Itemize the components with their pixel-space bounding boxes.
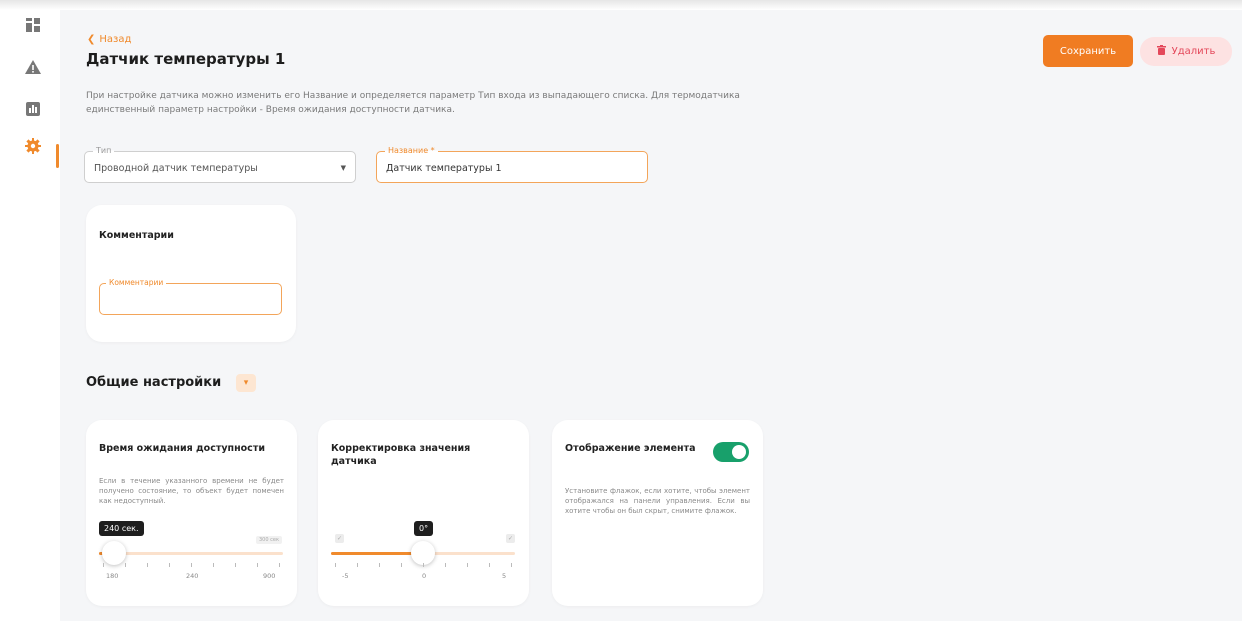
availability-max-label: 900 <box>263 572 276 580</box>
correction-mid-label: 0 <box>422 572 427 580</box>
correction-increase-button[interactable]: ✓ <box>506 534 515 543</box>
name-field[interactable]: Название * Датчик температуры 1 <box>376 146 648 183</box>
comments-input[interactable]: Комментарии <box>99 278 282 315</box>
correction-value-tooltip: 0° <box>414 521 434 536</box>
availability-value-tooltip: 240 сек. <box>99 521 144 536</box>
display-card: Отображение элемента Установите флажок, … <box>552 420 763 606</box>
gear-icon[interactable] <box>24 137 42 155</box>
comments-card: Комментарии Комментарии <box>86 205 296 342</box>
correction-min-label: -5 <box>342 572 349 580</box>
type-select[interactable]: Тип Проводной датчик температуры ▼ <box>84 146 356 183</box>
trash-icon <box>1156 45 1166 58</box>
comments-title: Комментарии <box>99 230 174 241</box>
sidebar-active-indicator <box>56 144 59 168</box>
chevron-left-icon: ❮ <box>87 34 96 45</box>
correction-title: Корректировка значения датчика <box>331 443 471 467</box>
sidebar <box>0 10 60 621</box>
display-text: Установите флажок, если хотите, чтобы эл… <box>565 487 750 515</box>
display-toggle[interactable] <box>713 442 749 462</box>
page-title: Датчик температуры 1 <box>86 50 286 68</box>
availability-card: Время ожидания доступности Если в течени… <box>86 420 297 606</box>
warning-icon[interactable] <box>24 58 42 76</box>
display-toggle-knob <box>732 445 746 459</box>
caret-down-icon: ▼ <box>340 164 346 172</box>
display-title: Отображение элемента <box>565 443 696 454</box>
correction-ticks <box>331 563 515 569</box>
page-description: При настройке датчика можно изменить его… <box>86 91 740 115</box>
availability-ticks <box>99 563 283 569</box>
back-link[interactable]: ❮ Назад <box>87 34 131 45</box>
delete-label: Удалить <box>1171 46 1216 57</box>
correction-card: Корректировка значения датчика 0° ✓ ✓ -5… <box>318 420 529 606</box>
general-settings-title: Общие настройки <box>86 375 222 390</box>
availability-mini-label: 300 сек <box>256 536 282 544</box>
type-label: Тип <box>93 146 115 155</box>
name-label: Название * <box>385 146 438 155</box>
comments-input-label: Комментарии <box>106 278 167 287</box>
availability-min-label: 180 <box>106 572 119 580</box>
correction-slider-track[interactable] <box>331 541 515 565</box>
correction-decrease-button[interactable]: ✓ <box>335 534 344 543</box>
grid-icon[interactable] <box>24 16 42 34</box>
correction-max-label: 5 <box>502 572 507 580</box>
delete-button[interactable]: Удалить <box>1140 37 1232 66</box>
availability-text: Если в течение указанного времени не буд… <box>99 477 284 505</box>
chevron-down-icon[interactable]: ▾ <box>236 374 256 392</box>
correction-slider-thumb[interactable] <box>411 541 435 565</box>
back-label: Назад <box>99 34 132 45</box>
correction-slider-fill <box>331 552 423 555</box>
availability-slider-track[interactable] <box>99 541 283 565</box>
type-value: Проводной датчик температуры <box>94 163 258 174</box>
availability-title: Время ожидания доступности <box>99 443 265 454</box>
save-button[interactable]: Сохранить <box>1043 35 1133 67</box>
top-shadow <box>0 0 1242 10</box>
availability-slider-thumb[interactable] <box>101 541 126 565</box>
availability-mid-label: 240 <box>186 572 199 580</box>
name-value: Датчик температуры 1 <box>386 163 502 174</box>
chart-icon[interactable] <box>24 100 42 118</box>
